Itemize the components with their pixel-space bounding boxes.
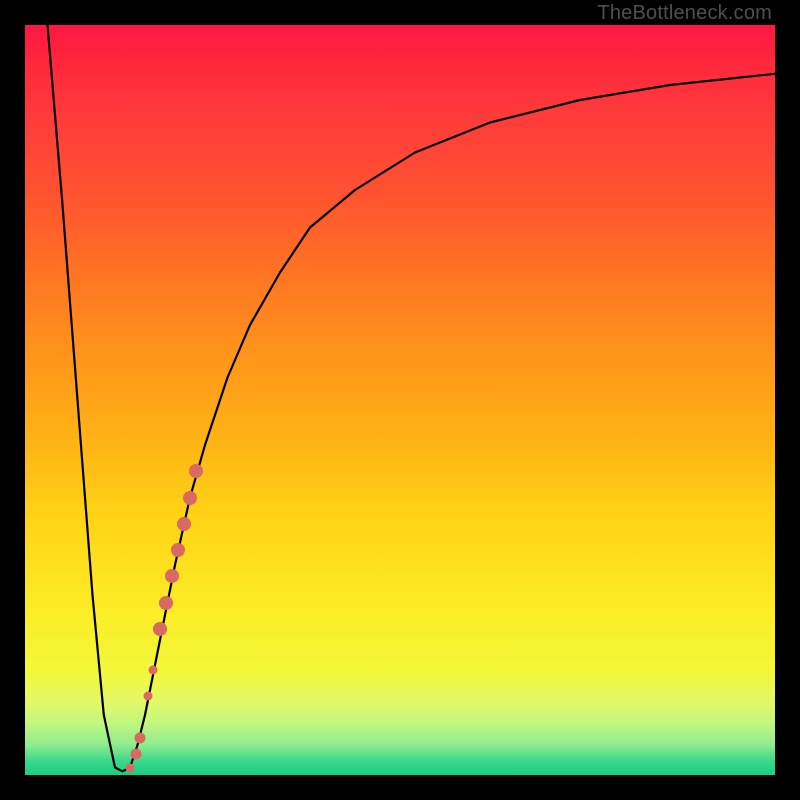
cluster-bar-bot (153, 622, 167, 636)
watermark-text: TheBottleneck.com (597, 2, 772, 25)
plot-area (25, 25, 775, 775)
cluster-bar-mid3 (171, 543, 185, 557)
cluster-bar-top (189, 464, 203, 478)
cluster-bar-mid5 (159, 596, 173, 610)
cluster-bar-mid2 (177, 517, 191, 531)
cluster-bar-mid4 (165, 569, 179, 583)
marker-layer (25, 25, 775, 775)
chart-frame: TheBottleneck.com (0, 0, 800, 800)
dot-low-1 (134, 732, 145, 743)
dot-low-2 (131, 749, 142, 760)
dot-bottom (126, 763, 135, 772)
cluster-bar-mid1 (183, 491, 197, 505)
dot-mid-1 (148, 666, 157, 675)
dot-mid-2 (144, 692, 153, 701)
